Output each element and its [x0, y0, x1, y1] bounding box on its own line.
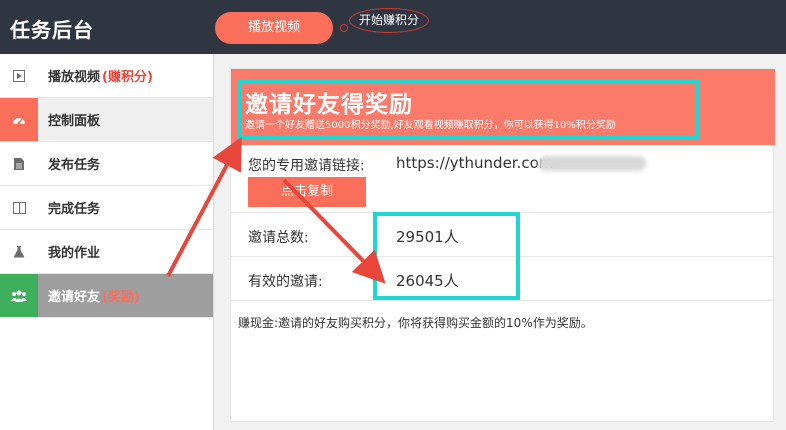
invite-link-row: 您的专用邀请链接: https://ythunder.com 点击复制	[231, 145, 775, 213]
sidebar-item-label: 完成任务	[48, 202, 101, 217]
columns-icon	[0, 186, 38, 229]
document-icon	[0, 142, 38, 185]
sidebar-item-complete-task[interactable]: 完成任务	[0, 186, 213, 230]
cash-reward-note: 赚现金:邀请的好友购买积分，你将获得购买金额的10%作为奖励。	[238, 316, 593, 330]
total-invites-label: 邀请总数:	[248, 230, 309, 246]
stats-highlight-box	[373, 212, 520, 300]
sidebar-item-invite-friends[interactable]: 邀请好友 (奖励)	[0, 274, 213, 318]
valid-invites-label: 有效的邀请:	[248, 274, 323, 290]
brand-title: 任务后台	[10, 18, 94, 42]
play-icon	[0, 54, 38, 97]
invite-card: 邀请好友得奖励 邀请一个好友赠送5000积分奖励,好友观看视频赚取积分，你可以获…	[230, 68, 775, 422]
sidebar-item-label: 播放视频	[48, 70, 101, 85]
invite-link-label: 您的专用邀请链接:	[248, 158, 365, 174]
redacted-link-blur	[538, 156, 646, 171]
sidebar-item-publish-task[interactable]: 发布任务	[0, 142, 213, 186]
bubble-tail	[340, 24, 348, 32]
sidebar: 播放视频 (赚积分) 控制面板 发布任务 完成任务 我的作业 邀请好友 (奖励)	[0, 54, 214, 430]
sidebar-item-label: 发布任务	[48, 158, 101, 173]
users-icon	[0, 274, 38, 317]
sidebar-item-label: 控制面板	[48, 114, 101, 129]
invite-card-header: 邀请好友得奖励 邀请一个好友赠送5000积分奖励,好友观看视频赚取积分，你可以获…	[231, 69, 775, 145]
title-highlight-box	[237, 80, 700, 140]
sidebar-item-play-video[interactable]: 播放视频 (赚积分)	[0, 54, 213, 98]
top-bar: 任务后台 播放视频 开始赚积分	[0, 0, 786, 54]
invite-link-value[interactable]: https://ythunder.com	[396, 154, 553, 172]
sidebar-item-label: 我的作业	[48, 246, 101, 261]
sidebar-item-control-panel[interactable]: 控制面板	[0, 98, 213, 142]
sidebar-item-tag: (赚积分)	[102, 70, 153, 85]
play-video-button[interactable]: 播放视频	[215, 12, 333, 44]
copy-link-button[interactable]: 点击复制	[248, 177, 366, 207]
dashboard-icon	[0, 98, 38, 141]
sidebar-item-label: 邀请好友	[48, 290, 101, 305]
sidebar-item-my-homework[interactable]: 我的作业	[0, 230, 213, 274]
flask-icon	[0, 230, 38, 273]
start-earning-bubble: 开始赚积分	[349, 8, 429, 33]
sidebar-item-tag: (奖励)	[102, 290, 140, 305]
